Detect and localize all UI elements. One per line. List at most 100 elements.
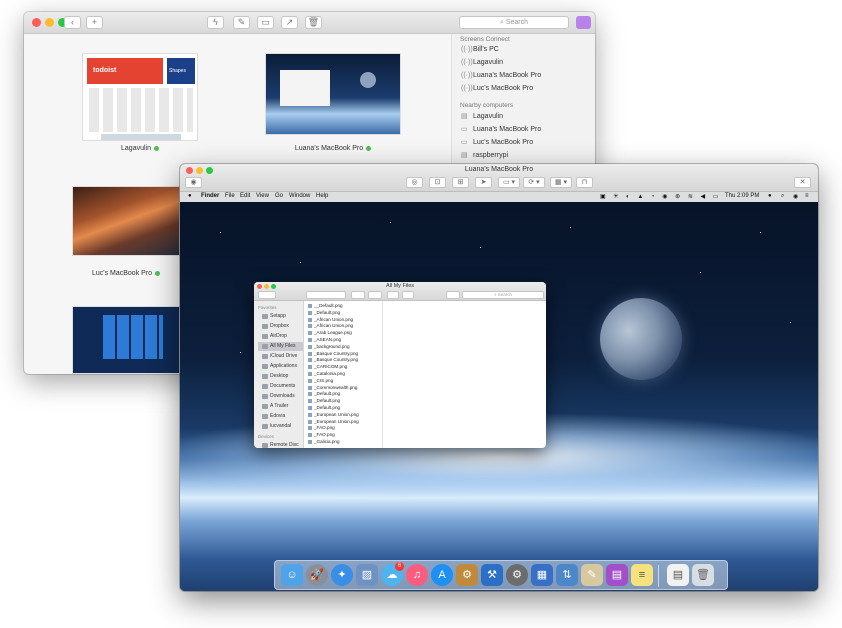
pointer-button[interactable]: ➤: [475, 177, 492, 188]
finder-share-button[interactable]: [387, 291, 399, 299]
user-icon[interactable]: ●: [768, 193, 772, 199]
sidebar-item-lagavulin[interactable]: Lagavulin: [473, 59, 503, 66]
finder-sidebar-item-selected[interactable]: All My Files: [258, 342, 303, 351]
keyboard-menu-button[interactable]: ▦ ▾: [550, 177, 572, 188]
xcode-icon[interactable]: ⚒: [481, 564, 503, 586]
thumbnail-luc-macbook[interactable]: [72, 186, 180, 256]
delete-button[interactable]: 🗑: [305, 16, 322, 29]
finder-sidebar-item[interactable]: Documents: [258, 382, 303, 391]
finder-dropbox-button[interactable]: [446, 291, 460, 299]
file-row[interactable]: _African Union.png: [307, 323, 383, 330]
nearby-item-raspberrypi[interactable]: raspberrypi: [473, 152, 508, 159]
disconnect-button[interactable]: ✕: [794, 177, 811, 188]
finder-sidebar-item[interactable]: Setapp: [258, 312, 303, 321]
back-button[interactable]: ‹: [64, 16, 81, 29]
finder-icon[interactable]: ☺: [281, 564, 303, 586]
sidebar-toggle-button[interactable]: [576, 16, 591, 29]
file-row[interactable]: _Catalonia.png: [307, 371, 383, 378]
thumbnail-lagavulin[interactable]: todoist Shapes: [82, 53, 198, 141]
stacks-icon[interactable]: ▤: [606, 564, 628, 586]
connect-button[interactable]: ϟ: [207, 16, 224, 29]
file-row[interactable]: _European Union.png: [307, 412, 383, 419]
documents-icon[interactable]: ▤: [667, 564, 689, 586]
menu-window[interactable]: Window: [289, 193, 310, 199]
thumbnail-windows-pc[interactable]: [72, 306, 180, 374]
sidebar-item-bills-pc[interactable]: Bill's PC: [473, 46, 499, 53]
folder-button[interactable]: ▭: [257, 16, 274, 29]
menu-help[interactable]: Help: [316, 193, 328, 199]
siri-icon[interactable]: ◉: [793, 193, 798, 200]
finder-view-switcher[interactable]: [306, 291, 346, 299]
spotlight-icon[interactable]: ⌕: [781, 193, 784, 200]
file-row[interactable]: _African Union.png: [307, 317, 383, 324]
edit-button[interactable]: ✎: [233, 16, 250, 29]
finder-search-input[interactable]: ⌕ Search: [462, 291, 544, 299]
display-menu-button[interactable]: ▭ ▾: [498, 177, 520, 188]
status-icons[interactable]: ▣ ✳ ◐ ▲ ◔ ◉ ⊛ ≋ ◀ ▭: [600, 193, 721, 200]
thumbnail-luana-macbook[interactable]: [265, 53, 401, 135]
menu-clock[interactable]: Thu 2:09 PM: [725, 193, 759, 199]
finder-sidebar-item[interactable]: Applications: [258, 362, 303, 371]
file-row[interactable]: _Basque Country.png: [307, 357, 383, 364]
file-row[interactable]: _Default.png: [307, 398, 383, 405]
nearby-item-luana-macbook[interactable]: Luana's MacBook Pro: [473, 126, 541, 133]
finder-sidebar-item[interactable]: Remote Disc: [258, 441, 303, 448]
file-row[interactable]: _European Union.png: [307, 419, 383, 426]
app-store-icon[interactable]: A: [431, 564, 453, 586]
file-row[interactable]: _CIS.png: [307, 378, 383, 385]
file-row[interactable]: _Default.png: [307, 405, 383, 412]
notification-center-icon[interactable]: ≡: [805, 193, 809, 199]
finder-sidebar-item[interactable]: Edovia: [258, 412, 303, 421]
finder-sidebar-item[interactable]: Dropbox: [258, 322, 303, 331]
sketchbook-icon[interactable]: ✎: [581, 564, 603, 586]
finder-tags-button[interactable]: [402, 291, 414, 299]
screens-icon[interactable]: ▦: [531, 564, 553, 586]
menu-go[interactable]: Go: [275, 193, 283, 199]
trash-icon[interactable]: 🗑: [692, 564, 714, 586]
nearby-item-lagavulin[interactable]: Lagavulin: [473, 113, 503, 120]
file-row[interactable]: _Default.png: [307, 310, 383, 317]
menu-view[interactable]: View: [256, 193, 269, 199]
file-row[interactable]: _background.png: [307, 344, 383, 351]
notes-icon[interactable]: ≡: [631, 564, 653, 586]
finder-window[interactable]: All My Files ⌕ Search Favorites Setapp D…: [254, 282, 546, 448]
finder-action-button[interactable]: [368, 291, 382, 299]
safari-icon[interactable]: ✦: [331, 564, 353, 586]
full-screen-button[interactable]: ⊞: [452, 177, 469, 188]
file-row[interactable]: _ASEAN.png: [307, 337, 383, 344]
file-row[interactable]: _FAO.png: [307, 432, 383, 439]
fit-screen-button[interactable]: ⊡: [429, 177, 446, 188]
finder-sidebar-item[interactable]: A Trailer: [258, 402, 303, 411]
automator-icon[interactable]: ⚙: [456, 564, 478, 586]
lock-button[interactable]: ⊓: [576, 177, 593, 188]
itunes-icon[interactable]: ♫: [406, 564, 428, 586]
file-row[interactable]: __Default.png: [307, 303, 383, 310]
finder-sidebar-item[interactable]: Downloads: [258, 392, 303, 401]
nearby-item-luc-macbook[interactable]: Luc's MacBook Pro: [473, 139, 533, 146]
menu-app-name[interactable]: Finder: [201, 193, 219, 199]
file-row[interactable]: _Galicia.png: [307, 439, 383, 446]
apple-icon[interactable]: ●: [188, 193, 192, 199]
minimize-button[interactable]: [45, 18, 54, 27]
finder-back-forward[interactable]: [258, 291, 276, 299]
system-preferences-icon[interactable]: ⚙: [506, 564, 528, 586]
finder-sidebar-item[interactable]: Desktop: [258, 372, 303, 381]
search-input[interactable]: ⌕ Search: [459, 16, 569, 29]
file-row[interactable]: _Arab League.png: [307, 330, 383, 337]
transmit-icon[interactable]: ⇅: [556, 564, 578, 586]
file-row[interactable]: _Default.png: [307, 391, 383, 398]
preview-icon[interactable]: ▨: [356, 564, 378, 586]
remote-desktop[interactable]: All My Files ⌕ Search Favorites Setapp D…: [180, 202, 818, 591]
finder-sidebar-item[interactable]: lucvandal: [258, 422, 303, 431]
add-button[interactable]: +: [86, 16, 103, 29]
close-button[interactable]: [32, 18, 41, 27]
sidebar-item-luana-macbook[interactable]: Luana's MacBook Pro: [473, 72, 541, 79]
file-row[interactable]: _Commonwealth.png: [307, 385, 383, 392]
file-row[interactable]: _Basque Country.png: [307, 351, 383, 358]
screenshot-button[interactable]: ◉: [185, 177, 202, 188]
menu-edit[interactable]: Edit: [240, 193, 250, 199]
launchpad-icon[interactable]: 🚀: [306, 564, 328, 586]
finder-sidebar-item[interactable]: iCloud Drive: [258, 352, 303, 361]
finder-sidebar-item[interactable]: AirDrop: [258, 332, 303, 341]
clipboard-menu-button[interactable]: ⟳ ▾: [523, 177, 545, 188]
